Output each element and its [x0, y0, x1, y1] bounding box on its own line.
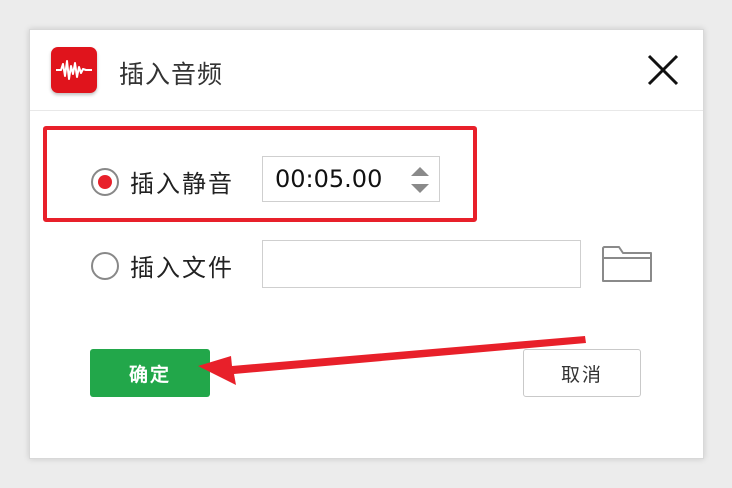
annotation-arrow — [198, 336, 586, 385]
